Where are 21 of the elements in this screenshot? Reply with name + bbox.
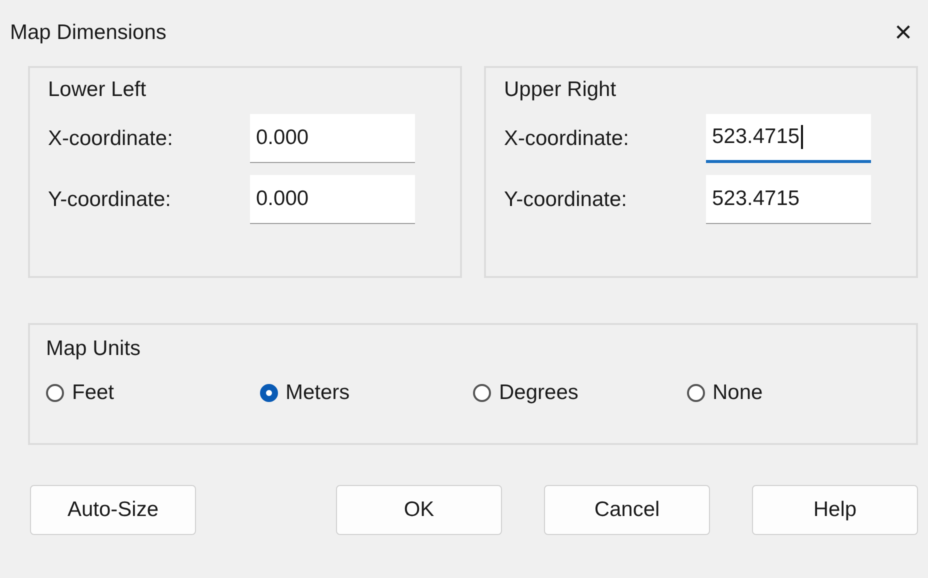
group-title: Map Units [46, 337, 141, 361]
dialog-button[interactable]: Help [752, 485, 918, 535]
radio-option[interactable]: Degrees [473, 381, 686, 405]
group-title: Upper Right [504, 78, 616, 102]
field-label: Y-coordinate: [504, 188, 628, 212]
group-title: Lower Left [48, 78, 146, 102]
input-field[interactable]: 0.000 [250, 175, 415, 224]
window-title: Map Dimensions [10, 21, 166, 45]
dialog-button[interactable]: Cancel [544, 485, 710, 535]
dialog-button[interactable]: OK [336, 485, 502, 535]
field-label: Y-coordinate: [48, 188, 172, 212]
dialog-button[interactable]: Auto-Size [30, 485, 196, 535]
input-field[interactable]: 523.4715 [706, 114, 871, 163]
input-field[interactable]: 523.4715 [706, 175, 871, 224]
close-button[interactable]: × [894, 16, 912, 50]
field-label: X-coordinate: [48, 126, 174, 150]
radio-option[interactable]: Meters [260, 381, 473, 405]
radio-option[interactable]: None [686, 381, 900, 405]
radio-option[interactable]: Feet [46, 381, 260, 405]
field-label: X-coordinate: [504, 126, 630, 150]
input-field[interactable]: 0.000 [250, 114, 415, 163]
